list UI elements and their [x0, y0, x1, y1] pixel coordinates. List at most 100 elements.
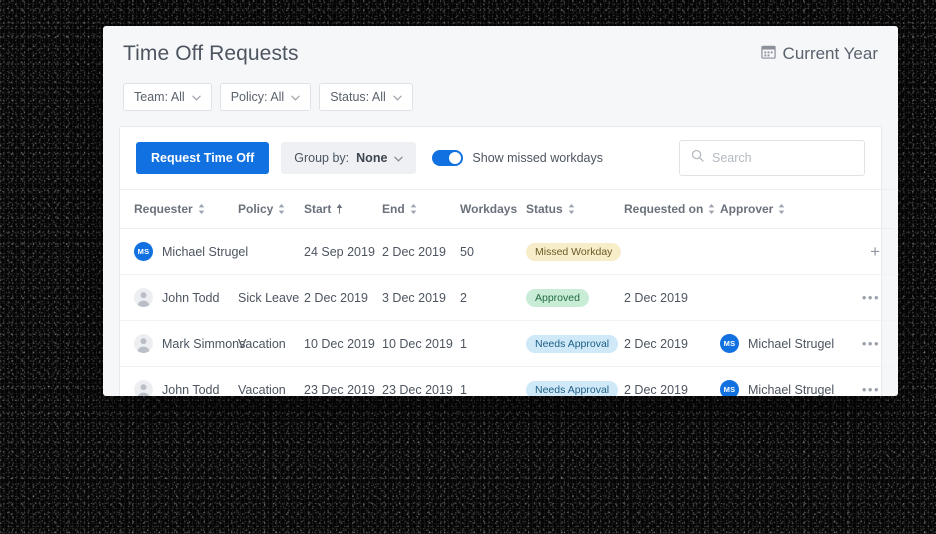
table-row[interactable]: MS Michael Strugel 24 Sep 2019 2 Dec 2019 50…	[120, 228, 894, 275]
column-label-requester: Requester	[134, 202, 193, 216]
table-header-row: Requester Policy Start End Workdays Stat…	[120, 189, 894, 229]
filter-chip-team[interactable]: Team: All	[123, 83, 212, 111]
cell-requested-on: 2 Dec 2019	[624, 320, 720, 367]
cell-workdays: 2	[460, 274, 526, 321]
cell-requester-name: Mark Simmons	[162, 336, 246, 351]
table-row[interactable]: John Todd Sick Leave 2 Dec 2019 3 Dec 2019 2…	[120, 274, 894, 321]
cell-policy: Vacation	[238, 320, 304, 367]
cell-start: 10 Dec 2019	[304, 320, 382, 367]
date-range-selector[interactable]: Current Year	[760, 44, 878, 64]
cell-requested-on	[624, 228, 720, 275]
filter-policy-label: Policy: All	[230, 90, 285, 104]
cell-workdays: 50	[460, 228, 526, 275]
table-toolbar: Request Time Off Group by: None Show mis…	[120, 127, 881, 189]
cell-end: 23 Dec 2019	[382, 366, 460, 396]
cell-status: Missed Workday	[526, 228, 624, 275]
cell-requester: John Todd	[120, 366, 238, 397]
cell-actions: •••	[848, 320, 894, 367]
avatar-placeholder-icon	[134, 380, 153, 396]
cell-requester-name: John Todd	[162, 290, 220, 305]
status-badge: Approved	[526, 288, 589, 307]
cell-requester: John Todd	[120, 274, 238, 321]
column-label-status: Status	[526, 202, 563, 216]
cell-workdays: 1	[460, 366, 526, 396]
filter-chip-policy[interactable]: Policy: All	[219, 83, 312, 111]
filter-chip-status[interactable]: Status: All	[319, 83, 413, 111]
search-icon	[691, 149, 704, 167]
cell-requester: MS Michael Strugel	[120, 228, 248, 275]
cell-actions: •••	[848, 366, 894, 396]
group-by-prefix: Group by:	[294, 151, 350, 165]
requests-panel: Request Time Off Group by: None Show mis…	[119, 126, 894, 396]
column-header-requested-on[interactable]: Requested on	[624, 189, 720, 229]
cell-policy: Vacation	[238, 366, 304, 396]
time-off-card: Time Off Requests Current Year Team: All…	[103, 26, 898, 396]
row-menu-button[interactable]: •••	[862, 337, 880, 350]
request-time-off-button[interactable]: Request Time Off	[136, 142, 270, 174]
cell-approver-name: Michael Strugel	[748, 336, 835, 351]
calendar-icon	[760, 44, 776, 64]
cell-approver: MS Michael Strugel	[720, 320, 848, 367]
table-body: MS Michael Strugel 24 Sep 2019 2 Dec 2019 50…	[120, 228, 894, 397]
chevron-down-icon	[291, 90, 300, 104]
row-menu-button[interactable]: •••	[862, 383, 880, 396]
cell-status: Needs Approval	[526, 366, 624, 396]
avatar-placeholder-icon	[134, 334, 153, 353]
column-header-requester[interactable]: Requester	[120, 189, 238, 229]
sort-ascending-icon	[337, 204, 343, 214]
approver-avatar: MS	[720, 334, 739, 353]
column-header-start[interactable]: Start	[304, 189, 382, 229]
group-by-value: None	[356, 151, 388, 165]
cell-requester: Mark Simmons	[120, 320, 245, 367]
filter-bar: Team: All Policy: All Status: All	[123, 83, 878, 126]
sort-both-icon	[279, 204, 285, 214]
cell-approver-name: Michael Strugel	[748, 382, 835, 397]
table-row[interactable]: Mark Simmons Vacation 10 Dec 2019 10 Dec 20…	[120, 320, 894, 367]
column-header-workdays[interactable]: Workdays	[460, 189, 526, 229]
card-header: Time Off Requests Current Year Team: All…	[103, 26, 898, 126]
column-header-approver[interactable]: Approver	[720, 189, 848, 229]
chevron-down-icon	[191, 90, 201, 104]
table-header: Requester Policy Start End Workdays Stat…	[120, 189, 894, 229]
column-header-end[interactable]: End	[382, 189, 460, 229]
sort-both-icon	[198, 204, 204, 214]
search-input[interactable]	[712, 151, 853, 165]
cell-requester-name: John Todd	[162, 382, 220, 397]
cell-end: 10 Dec 2019	[382, 320, 460, 367]
column-header-actions	[848, 189, 894, 229]
table-row[interactable]: John Todd Vacation 23 Dec 2019 23 Dec 2019 1…	[120, 366, 894, 397]
cell-workdays: 1	[460, 320, 526, 367]
show-missed-workdays-toggle[interactable]	[432, 150, 464, 166]
search-box[interactable]	[679, 140, 865, 176]
cell-policy: Sick Leave	[238, 274, 304, 321]
chevron-down-icon	[394, 151, 404, 165]
cell-approver	[720, 228, 848, 275]
column-label-policy: Policy	[238, 202, 274, 216]
column-header-policy[interactable]: Policy	[238, 189, 304, 229]
cell-requested-on: 2 Dec 2019	[624, 366, 720, 396]
show-missed-workdays-control[interactable]: Show missed workdays	[432, 150, 603, 166]
add-row-button[interactable]: +	[870, 243, 880, 260]
cell-actions: •••	[848, 274, 894, 321]
date-range-label: Current Year	[782, 44, 878, 63]
approver-avatar: MS	[720, 380, 739, 396]
page-title: Time Off Requests	[123, 42, 299, 65]
column-label-start: Start	[304, 202, 332, 216]
cell-status: Needs Approval	[526, 320, 624, 367]
requests-table: Requester Policy Start End Workdays Stat…	[120, 189, 894, 396]
status-badge: Needs Approval	[526, 334, 619, 353]
cell-end: 2 Dec 2019	[382, 228, 460, 275]
cell-end: 3 Dec 2019	[382, 274, 460, 321]
cell-requester-name: Michael Strugel	[162, 244, 249, 259]
show-missed-workdays-label: Show missed workdays	[472, 151, 604, 165]
column-label-workdays: Workdays	[460, 202, 518, 216]
cell-actions: +	[848, 228, 894, 275]
row-menu-button[interactable]: •••	[862, 291, 880, 304]
column-label-requested-on: Requested on	[624, 202, 704, 216]
group-by-button[interactable]: Group by: None	[281, 142, 417, 174]
column-label-end: End	[382, 202, 405, 216]
column-header-status[interactable]: Status	[526, 189, 624, 229]
cell-approver: MS Michael Strugel	[720, 366, 848, 397]
sort-both-icon	[779, 204, 785, 214]
cell-start: 2 Dec 2019	[304, 274, 382, 321]
